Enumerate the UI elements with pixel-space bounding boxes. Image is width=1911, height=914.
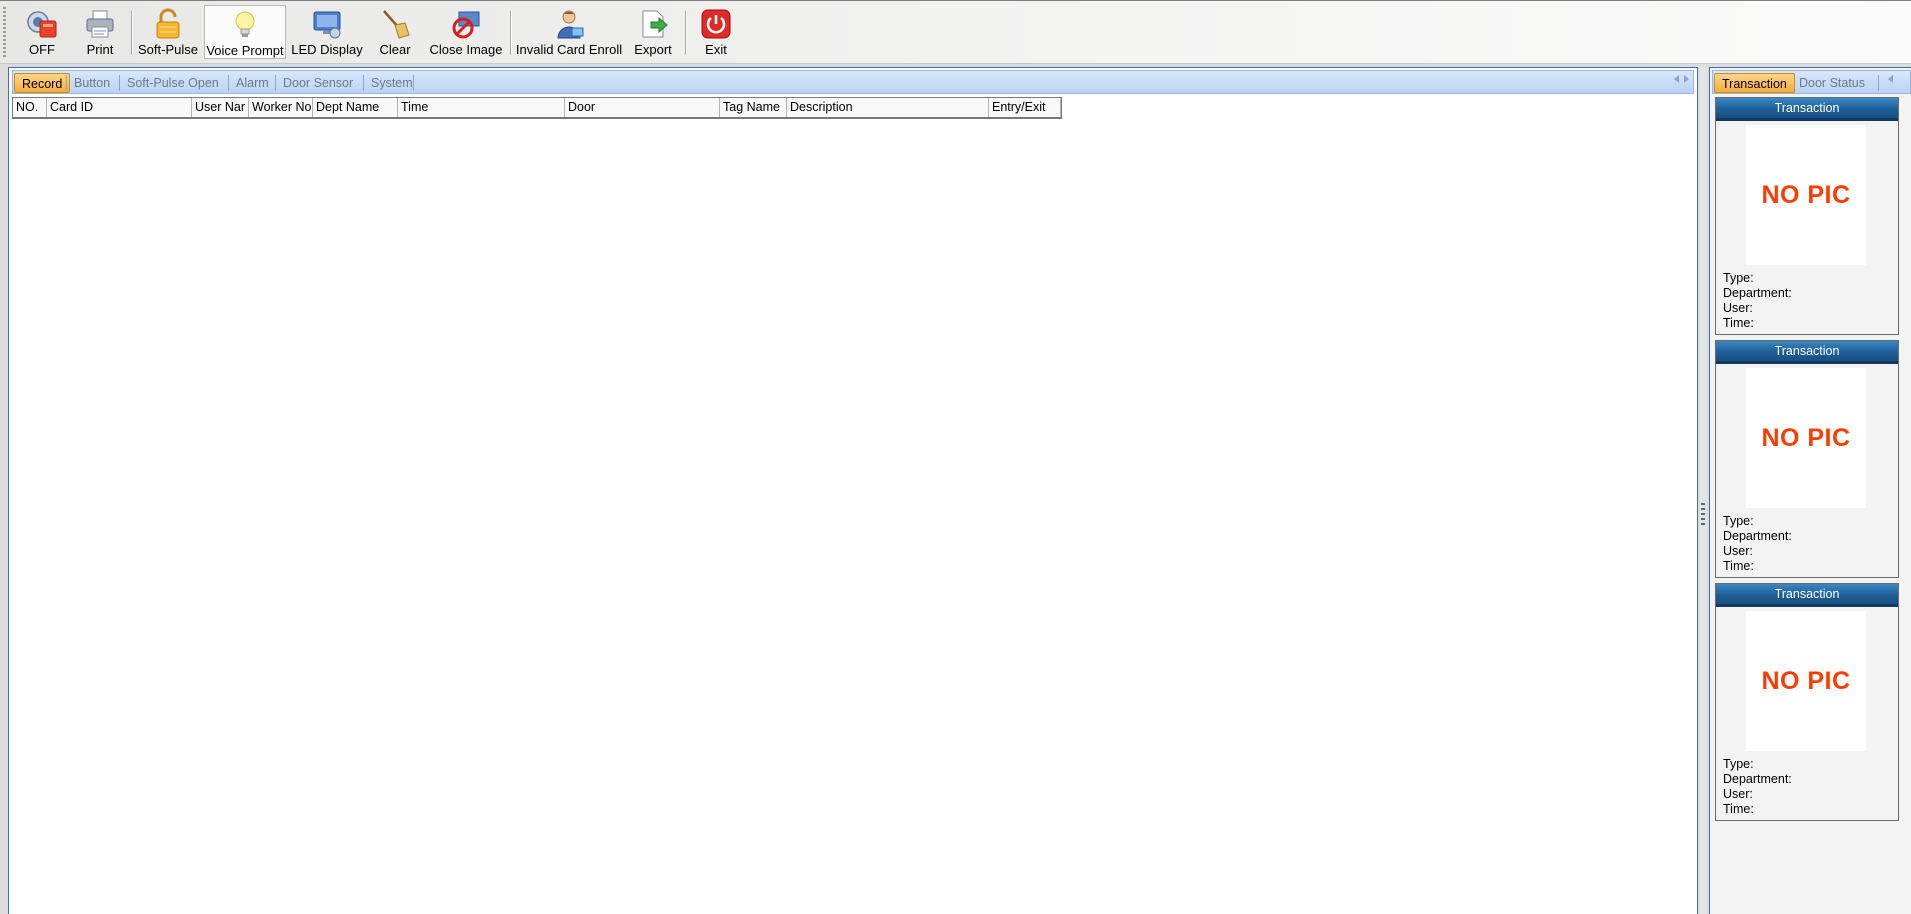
invalid-card-enroll-label: Invalid Card Enroll bbox=[515, 42, 623, 57]
transaction-type-label: Type: bbox=[1723, 271, 1754, 285]
tab-door-sensor[interactable]: Door Sensor bbox=[276, 73, 360, 93]
tab-button[interactable]: Button bbox=[67, 73, 117, 93]
clear-button[interactable]: Clear bbox=[369, 5, 421, 59]
column-header-worker-no[interactable]: Worker No. bbox=[249, 98, 313, 117]
transaction-panel: Transaction Door Status Transaction NO P… bbox=[1709, 67, 1911, 914]
exit-button[interactable]: Exit bbox=[690, 5, 742, 59]
clear-label: Clear bbox=[379, 42, 411, 57]
transaction-photo: NO PIC bbox=[1746, 611, 1866, 751]
transaction-department-label: Department: bbox=[1723, 529, 1792, 543]
column-header-no[interactable]: NO. bbox=[13, 98, 47, 117]
transaction-department-label: Department: bbox=[1723, 286, 1792, 300]
off-button[interactable]: OFF bbox=[14, 5, 70, 59]
no-pic-text: NO PIC bbox=[1761, 180, 1851, 209]
transaction-user-label: User: bbox=[1723, 301, 1753, 315]
close-image-button[interactable]: Close Image bbox=[426, 5, 506, 59]
lightbulb-icon bbox=[235, 11, 255, 37]
led-display-button[interactable]: LED Display bbox=[289, 5, 365, 59]
close-image-label: Close Image bbox=[429, 42, 503, 57]
transaction-card: Transaction NO PIC Type: Department: Use… bbox=[1715, 97, 1899, 335]
printer-icon bbox=[86, 10, 114, 38]
print-button[interactable]: Print bbox=[72, 5, 128, 59]
voice-prompt-label: Voice Prompt bbox=[206, 43, 284, 58]
broom-icon bbox=[383, 10, 410, 39]
transaction-photo: NO PIC bbox=[1746, 125, 1866, 265]
column-header-dept-name[interactable]: Dept Name bbox=[313, 98, 398, 117]
user-card-icon bbox=[557, 10, 584, 39]
export-label: Export bbox=[634, 42, 672, 57]
export-button[interactable]: Export bbox=[627, 5, 679, 59]
toolbar-separator bbox=[131, 11, 133, 55]
transaction-tabbar: Transaction Door Status bbox=[1712, 70, 1911, 94]
exit-label: Exit bbox=[705, 42, 727, 57]
column-header-door[interactable]: Door bbox=[565, 98, 720, 117]
tab-transaction[interactable]: Transaction bbox=[1714, 73, 1795, 93]
column-header-description[interactable]: Description bbox=[787, 98, 989, 117]
unlock-icon bbox=[156, 8, 180, 39]
monitor-icon bbox=[313, 11, 341, 39]
led-display-label: LED Display bbox=[291, 42, 363, 57]
alarm-off-icon bbox=[27, 11, 57, 38]
main-toolbar: OFF Print Soft-Pulse Voice Prompt LED Di… bbox=[0, 0, 1911, 64]
tab-alarm[interactable]: Alarm bbox=[229, 73, 276, 93]
transaction-user-label: User: bbox=[1723, 544, 1753, 558]
tab-divider bbox=[1878, 75, 1879, 91]
tab-door-status[interactable]: Door Status bbox=[1792, 73, 1872, 93]
transaction-card-title: Transaction bbox=[1716, 341, 1898, 364]
record-panel: Record Button Soft-Pulse Open Alarm Door… bbox=[8, 67, 1698, 914]
tab-scroll-right-icon[interactable] bbox=[1684, 75, 1689, 83]
column-header-card-id[interactable]: Card ID bbox=[47, 98, 192, 117]
record-table: NO. Card ID User Nar Worker No. Dept Nam… bbox=[12, 97, 1062, 119]
tab-divider bbox=[413, 75, 414, 91]
toolbar-grip[interactable] bbox=[3, 7, 6, 57]
no-image-icon bbox=[452, 11, 480, 39]
power-icon bbox=[701, 9, 731, 39]
column-header-entry-exit[interactable]: Entry/Exit bbox=[989, 98, 1061, 117]
tab-scroll-left-icon[interactable] bbox=[1888, 75, 1893, 83]
transaction-time-label: Time: bbox=[1723, 316, 1754, 330]
toolbar-separator bbox=[685, 11, 687, 55]
transaction-card: Transaction NO PIC Type: Department: Use… bbox=[1715, 340, 1899, 578]
transaction-card-title: Transaction bbox=[1716, 98, 1898, 121]
print-label: Print bbox=[86, 42, 114, 57]
transaction-time-label: Time: bbox=[1723, 559, 1754, 573]
panel-splitter[interactable] bbox=[1700, 67, 1707, 914]
tab-scroll-left-icon[interactable] bbox=[1674, 75, 1679, 83]
transaction-card-title: Transaction bbox=[1716, 584, 1898, 607]
tab-record[interactable]: Record bbox=[14, 73, 71, 93]
no-pic-text: NO PIC bbox=[1761, 423, 1851, 452]
toolbar-separator bbox=[510, 11, 512, 55]
column-header-tag-name[interactable]: Tag Name bbox=[720, 98, 787, 117]
tab-soft-pulse-open[interactable]: Soft-Pulse Open bbox=[120, 73, 226, 93]
transaction-type-label: Type: bbox=[1723, 757, 1754, 771]
record-tabbar: Record Button Soft-Pulse Open Alarm Door… bbox=[12, 70, 1694, 94]
voice-prompt-button[interactable]: Voice Prompt bbox=[204, 5, 286, 59]
transaction-time-label: Time: bbox=[1723, 802, 1754, 816]
transaction-department-label: Department: bbox=[1723, 772, 1792, 786]
invalid-card-enroll-button[interactable]: Invalid Card Enroll bbox=[515, 5, 623, 59]
column-header-time[interactable]: Time bbox=[398, 98, 565, 117]
transaction-card: Transaction NO PIC Type: Department: Use… bbox=[1715, 583, 1899, 821]
transaction-photo: NO PIC bbox=[1746, 368, 1866, 508]
soft-pulse-button[interactable]: Soft-Pulse bbox=[136, 5, 200, 59]
export-icon bbox=[642, 10, 668, 38]
transaction-user-label: User: bbox=[1723, 787, 1753, 801]
no-pic-text: NO PIC bbox=[1761, 666, 1851, 695]
transaction-type-label: Type: bbox=[1723, 514, 1754, 528]
soft-pulse-label: Soft-Pulse bbox=[138, 42, 198, 57]
off-label: OFF bbox=[29, 42, 55, 57]
tab-system[interactable]: System bbox=[364, 73, 420, 93]
splitter-grip-icon[interactable] bbox=[1701, 503, 1705, 525]
column-header-user-name[interactable]: User Nar bbox=[192, 98, 249, 117]
